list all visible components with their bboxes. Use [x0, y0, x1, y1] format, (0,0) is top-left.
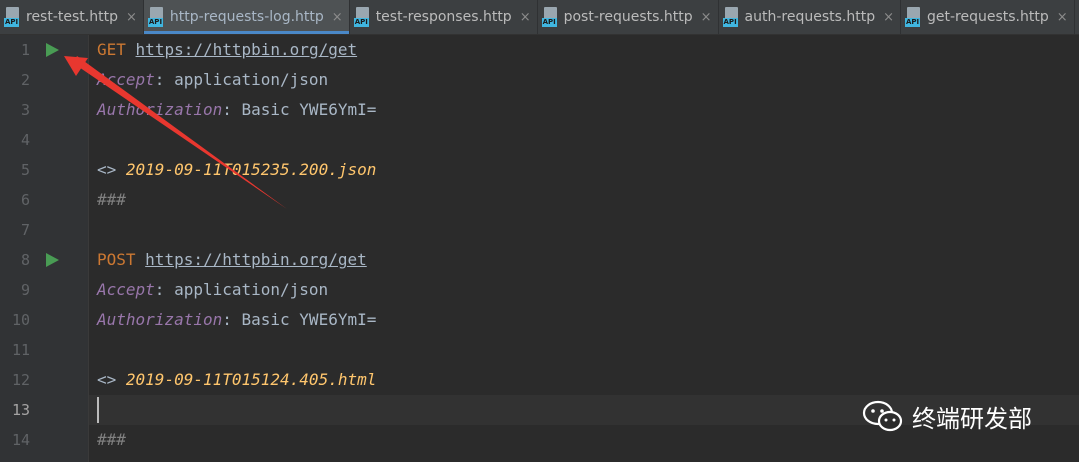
close-icon[interactable]: × — [883, 10, 894, 25]
tab-post-requests[interactable]: API post-requests.http × — [538, 0, 719, 34]
request-url[interactable]: https://httpbin.org/get — [136, 40, 358, 59]
response-file-link[interactable]: 2019-09-11T015235.200.json — [126, 160, 376, 179]
wechat-icon — [862, 400, 903, 432]
line-number: 9 — [20, 281, 30, 299]
code-line: GET https://httpbin.org/get — [97, 35, 357, 65]
close-icon[interactable]: × — [520, 10, 531, 25]
header-key: Authorization — [97, 100, 223, 119]
code-line: POST https://httpbin.org/get — [97, 245, 367, 275]
response-ref-icon: <> — [97, 160, 117, 179]
request-url[interactable]: https://httpbin.org/get — [145, 250, 367, 269]
line-number: 2 — [20, 71, 30, 89]
http-file-icon: API — [905, 7, 923, 27]
http-file-icon: API — [353, 7, 372, 27]
line-number: 7 — [20, 221, 30, 239]
tab-rest-test[interactable]: API rest-test.http × — [0, 0, 144, 34]
code-line: Authorization: Basic YWE6YmI= — [97, 305, 376, 335]
close-icon[interactable]: × — [701, 10, 712, 25]
http-method: POST — [97, 250, 136, 269]
response-ref-icon: <> — [97, 370, 117, 389]
header-value: : application/json — [154, 280, 329, 299]
code-line: <> 2019-09-11T015124.405.html — [97, 365, 376, 395]
text-caret — [97, 397, 99, 423]
code-line: Accept: application/json — [97, 65, 328, 95]
tab-test-responses[interactable]: API test-responses.http × — [350, 0, 538, 34]
code-line: Accept: application/json — [97, 275, 328, 305]
code-line: <> 2019-09-11T015235.200.json — [97, 155, 376, 185]
tab-get-requests[interactable]: API get-requests.http × — [901, 0, 1075, 34]
http-method: GET — [97, 40, 126, 59]
code-line: Authorization: Basic YWE6YmI= — [97, 95, 376, 125]
line-number: 13 — [11, 401, 30, 419]
line-number: 11 — [11, 341, 30, 359]
http-file-icon: API — [722, 7, 741, 27]
close-icon[interactable]: × — [1057, 10, 1068, 25]
tab-http-requests-log[interactable]: API http-requests-log.http × — [143, 0, 350, 34]
tab-label: http-requests-log.http — [169, 9, 324, 25]
tab-label: auth-requests.http — [744, 9, 876, 25]
run-request-icon[interactable] — [46, 253, 59, 267]
tab-label: rest-test.http — [26, 9, 118, 25]
header-key: Accept — [97, 280, 155, 299]
header-value: : application/json — [154, 70, 329, 89]
line-number: 14 — [11, 431, 30, 449]
tab-auth-requests[interactable]: API auth-requests.http × — [719, 0, 901, 34]
watermark-text: 终端研发部 — [912, 404, 1032, 433]
line-number: 4 — [20, 131, 30, 149]
header-value: : Basic YWE6YmI= — [222, 100, 377, 119]
line-number: 5 — [20, 161, 30, 179]
editor-tab-bar: API rest-test.http × API http-requests-l… — [0, 0, 1079, 35]
line-number: 3 — [20, 101, 30, 119]
header-value: : Basic YWE6YmI= — [222, 310, 377, 329]
watermark: 终端研发部 — [862, 396, 1032, 436]
http-file-icon: API — [541, 7, 560, 27]
close-icon[interactable]: × — [332, 10, 343, 25]
close-icon[interactable]: × — [126, 10, 137, 25]
tab-label: get-requests.http — [927, 9, 1049, 25]
editor-gutter: 1 2 3 4 5 6 7 8 9 10 11 12 13 14 — [0, 35, 89, 462]
line-number: 1 — [20, 41, 30, 59]
http-file-icon: API — [147, 7, 166, 27]
tab-label: test-responses.http — [375, 9, 512, 25]
run-request-icon[interactable] — [46, 43, 59, 57]
line-number: 12 — [11, 371, 30, 389]
header-key: Accept — [97, 70, 155, 89]
request-separator: ### — [97, 430, 126, 449]
http-file-icon: API — [4, 7, 22, 27]
line-number: 8 — [20, 251, 30, 269]
header-key: Authorization — [97, 310, 223, 329]
line-number: 6 — [20, 191, 30, 209]
line-number: 10 — [11, 311, 30, 329]
request-separator: ### — [97, 190, 126, 209]
tab-label: post-requests.http — [563, 9, 693, 25]
response-file-link[interactable]: 2019-09-11T015124.405.html — [126, 370, 376, 389]
